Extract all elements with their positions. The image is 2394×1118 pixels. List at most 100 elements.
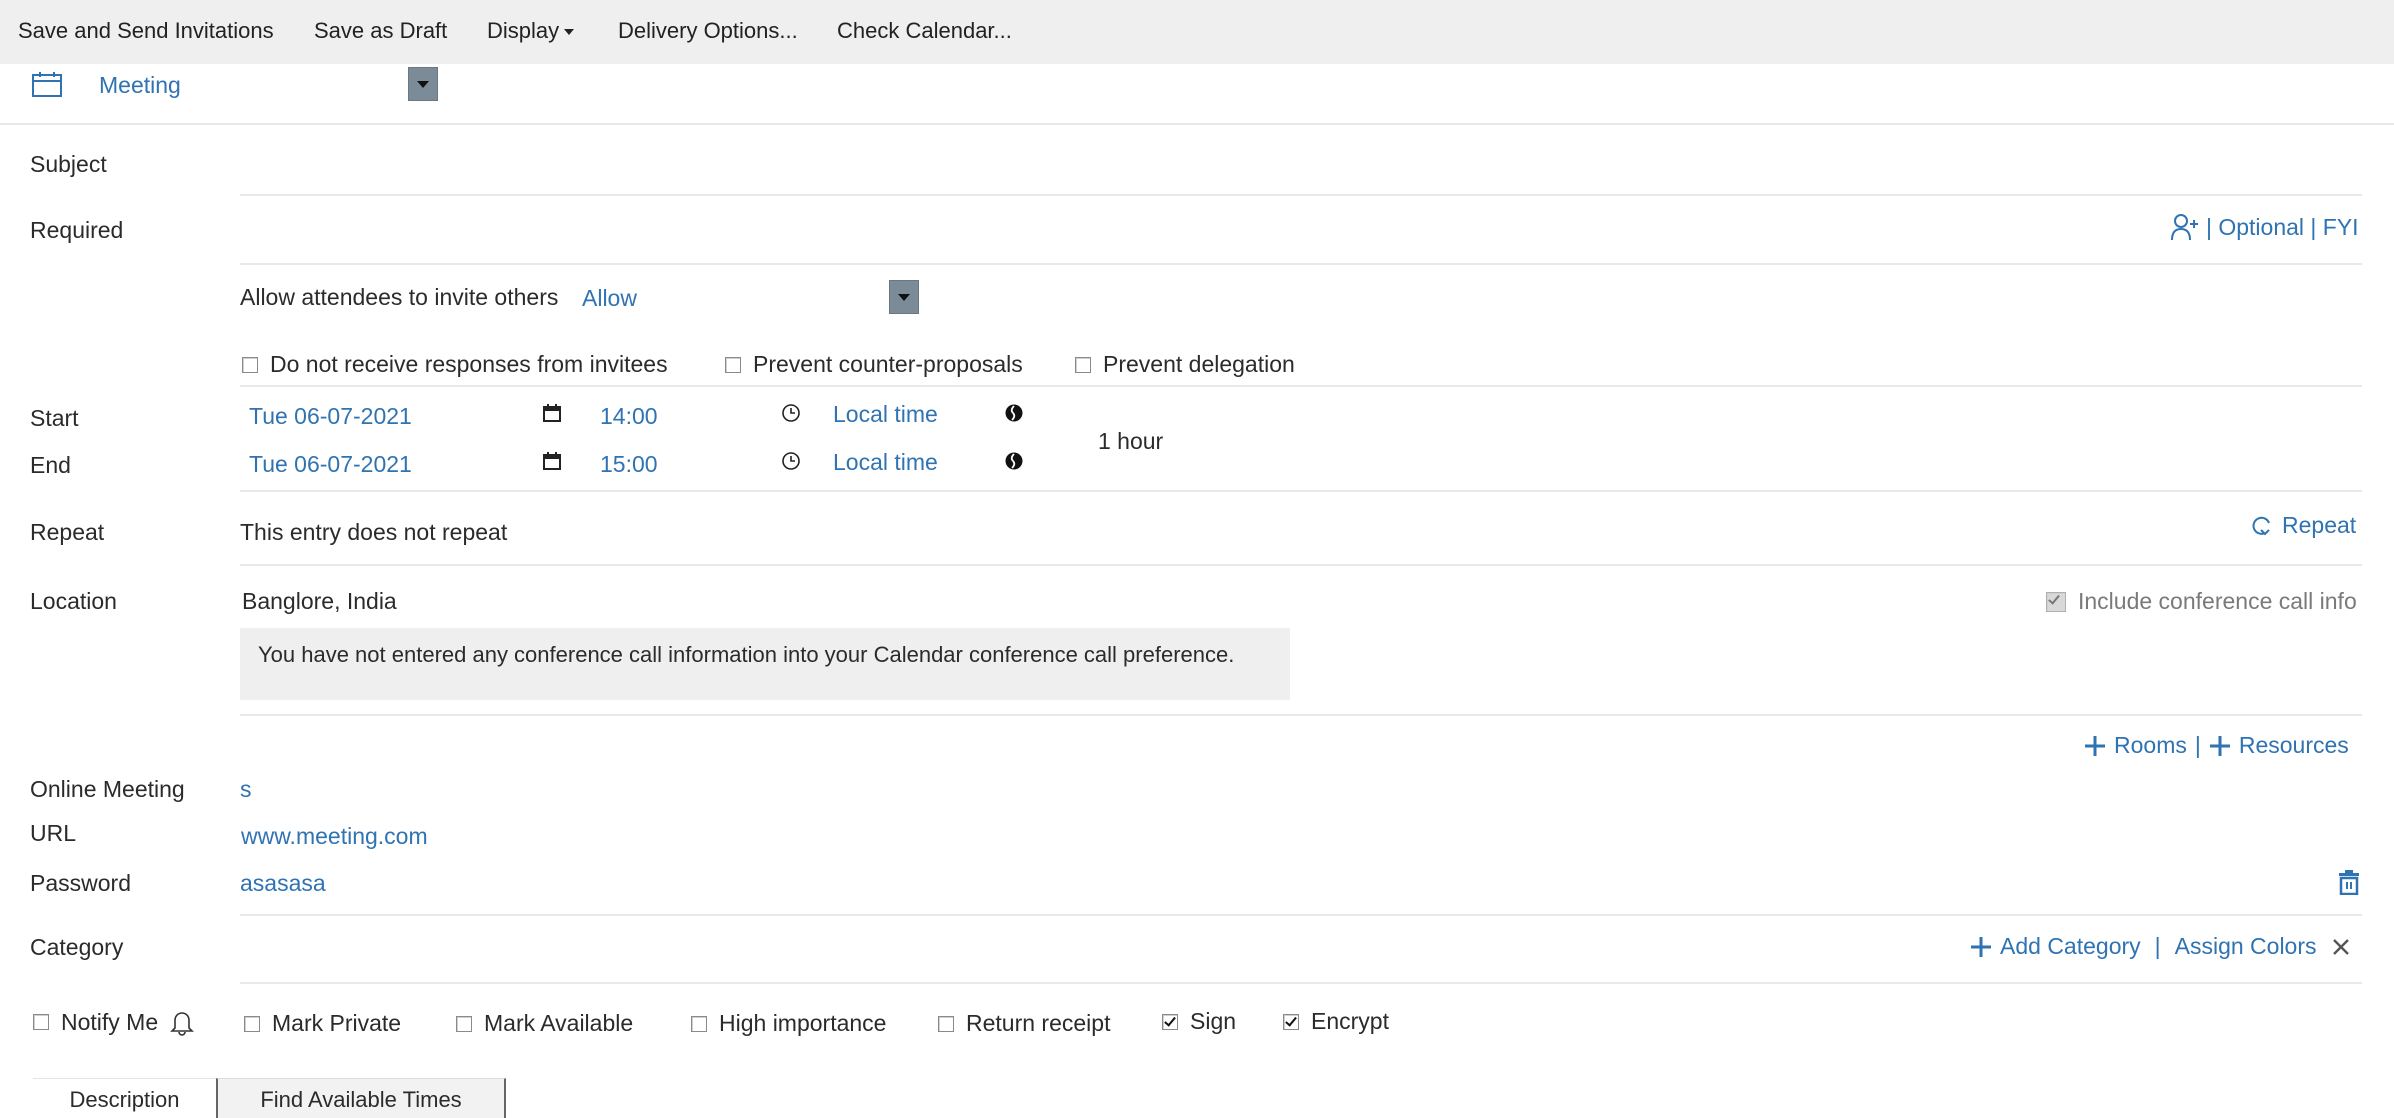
checkbox[interactable] <box>33 1014 49 1030</box>
encrypt-label: Encrypt <box>1311 1008 1389 1034</box>
online-meeting-link[interactable]: Online Meeting <box>30 776 185 803</box>
location-label: Location <box>30 588 117 614</box>
add-category-label: Add Category <box>2000 933 2141 959</box>
location-input[interactable]: Banglore, India <box>242 588 397 615</box>
save-as-draft-button[interactable]: Save as Draft <box>314 18 447 44</box>
no-responses-checkbox[interactable]: Do not receive responses from invitees <box>242 351 668 378</box>
tab-find-available-times[interactable]: Find Available Times <box>216 1078 506 1118</box>
end-label: End <box>30 452 71 478</box>
checkbox[interactable] <box>1283 1013 1299 1030</box>
category-label: Category <box>30 934 124 960</box>
divider <box>240 564 2362 566</box>
mark-private-label: Mark Private <box>272 1010 402 1036</box>
required-attendees-input[interactable] <box>240 217 2140 247</box>
checkbox[interactable] <box>725 356 741 373</box>
high-importance-label: High importance <box>719 1010 887 1036</box>
checkbox[interactable] <box>1162 1013 1178 1030</box>
display-label: Display <box>487 18 560 43</box>
duration-text: 1 hour <box>1098 428 1164 454</box>
save-and-send-button[interactable]: Save and Send Invitations <box>18 18 274 44</box>
start-label: Start <box>30 405 79 431</box>
mark-private-checkbox[interactable]: Mark Private <box>244 1010 401 1037</box>
separator: | <box>2194 732 2201 758</box>
check-calendar-button[interactable]: Check Calendar... <box>837 18 1012 44</box>
prevent-counter-proposals-label: Prevent counter-proposals <box>753 351 1023 377</box>
resources-label: Resources <box>2238 732 2349 758</box>
checkbox[interactable] <box>242 356 258 373</box>
optional-fyi-label: | Optional | FYI <box>2206 213 2359 240</box>
divider <box>240 385 2362 387</box>
clock-icon[interactable] <box>781 451 801 471</box>
entry-type-dropdown-button[interactable] <box>408 67 438 101</box>
start-time-field[interactable]: 14:00 <box>600 403 658 430</box>
checkbox[interactable] <box>244 1015 260 1032</box>
url-value[interactable]: www.meeting.com <box>241 823 428 850</box>
checkbox[interactable] <box>456 1015 472 1032</box>
separator: | <box>2154 933 2161 959</box>
trash-icon[interactable] <box>2338 869 2360 895</box>
divider <box>240 914 2362 916</box>
plus-icon <box>2209 735 2231 757</box>
notify-me-checkbox[interactable]: Notify Me <box>33 1008 195 1036</box>
repeat-link-label: Repeat <box>2282 512 2357 538</box>
end-timezone-link[interactable]: Local time <box>833 449 938 476</box>
clock-icon[interactable] <box>781 403 801 423</box>
allow-invite-label: Allow attendees to invite others <box>240 284 559 310</box>
rooms-label: Rooms <box>2114 732 2187 758</box>
entry-type-select[interactable]: Meeting <box>99 72 181 99</box>
notify-me-label: Notify Me <box>61 1008 159 1035</box>
online-meeting-value[interactable]: s <box>240 776 252 803</box>
password-value[interactable]: asasasa <box>240 870 326 897</box>
plus-icon <box>1970 936 1992 958</box>
close-icon[interactable] <box>2331 937 2351 957</box>
high-importance-checkbox[interactable]: High importance <box>691 1010 886 1037</box>
repeat-value: This entry does not repeat <box>240 519 508 545</box>
prevent-counter-proposals-checkbox[interactable]: Prevent counter-proposals <box>725 351 1023 378</box>
divider <box>240 194 2362 196</box>
sign-checkbox[interactable]: Sign <box>1162 1008 1236 1035</box>
return-receipt-checkbox[interactable]: Return receipt <box>938 1010 1110 1037</box>
globe-icon[interactable] <box>1004 451 1024 471</box>
assign-colors-link[interactable]: Assign Colors <box>2175 933 2317 960</box>
display-menu-button[interactable]: Display <box>487 18 575 44</box>
add-category-link[interactable]: Add Category <box>1970 933 2141 960</box>
no-responses-label: Do not receive responses from invitees <box>270 351 668 377</box>
rooms-link[interactable]: Rooms <box>2084 732 2187 759</box>
calendar-picker-icon[interactable] <box>542 451 562 471</box>
checkbox[interactable] <box>938 1015 954 1032</box>
plus-icon <box>2084 735 2106 757</box>
repeat-label: Repeat <box>30 519 105 545</box>
add-person-icon <box>2170 212 2200 242</box>
encrypt-checkbox[interactable]: Encrypt <box>1283 1008 1389 1035</box>
divider <box>240 982 2362 984</box>
divider <box>0 123 2394 125</box>
allow-invite-select[interactable]: Allow <box>582 285 637 312</box>
end-time-field[interactable]: 15:00 <box>600 451 658 478</box>
category-actions: Add Category | Assign Colors <box>1970 933 2351 960</box>
start-date-field[interactable]: Tue 06-07-2021 <box>249 403 412 430</box>
prevent-delegation-checkbox[interactable]: Prevent delegation <box>1075 351 1295 378</box>
checkbox[interactable] <box>691 1015 707 1032</box>
delivery-options-button[interactable]: Delivery Options... <box>618 18 798 44</box>
include-conference-checkbox[interactable]: Include conference call info <box>2046 588 2357 615</box>
checkbox[interactable] <box>1075 356 1091 373</box>
mark-available-label: Mark Available <box>484 1010 634 1036</box>
refresh-icon <box>2250 514 2274 538</box>
include-conference-label: Include conference call info <box>2078 588 2357 614</box>
tab-description[interactable]: Description <box>33 1078 216 1118</box>
optional-fyi-link[interactable]: | Optional | FYI <box>2170 212 2359 242</box>
url-label: URL <box>30 820 77 846</box>
repeat-link[interactable]: Repeat <box>2250 512 2356 539</box>
checkbox[interactable] <box>2046 591 2066 612</box>
mark-available-checkbox[interactable]: Mark Available <box>456 1010 633 1037</box>
globe-icon[interactable] <box>1004 403 1024 423</box>
end-date-field[interactable]: Tue 06-07-2021 <box>249 451 412 478</box>
resources-link[interactable]: Resources <box>2209 732 2349 759</box>
subject-input[interactable] <box>240 151 2360 181</box>
start-timezone-link[interactable]: Local time <box>833 401 938 428</box>
conference-info-box: You have not entered any conference call… <box>240 628 1290 700</box>
allow-invite-dropdown-button[interactable] <box>889 280 919 314</box>
divider <box>240 490 2362 492</box>
rooms-resources-links: Rooms | Resources <box>2084 732 2349 759</box>
calendar-picker-icon[interactable] <box>542 403 562 423</box>
